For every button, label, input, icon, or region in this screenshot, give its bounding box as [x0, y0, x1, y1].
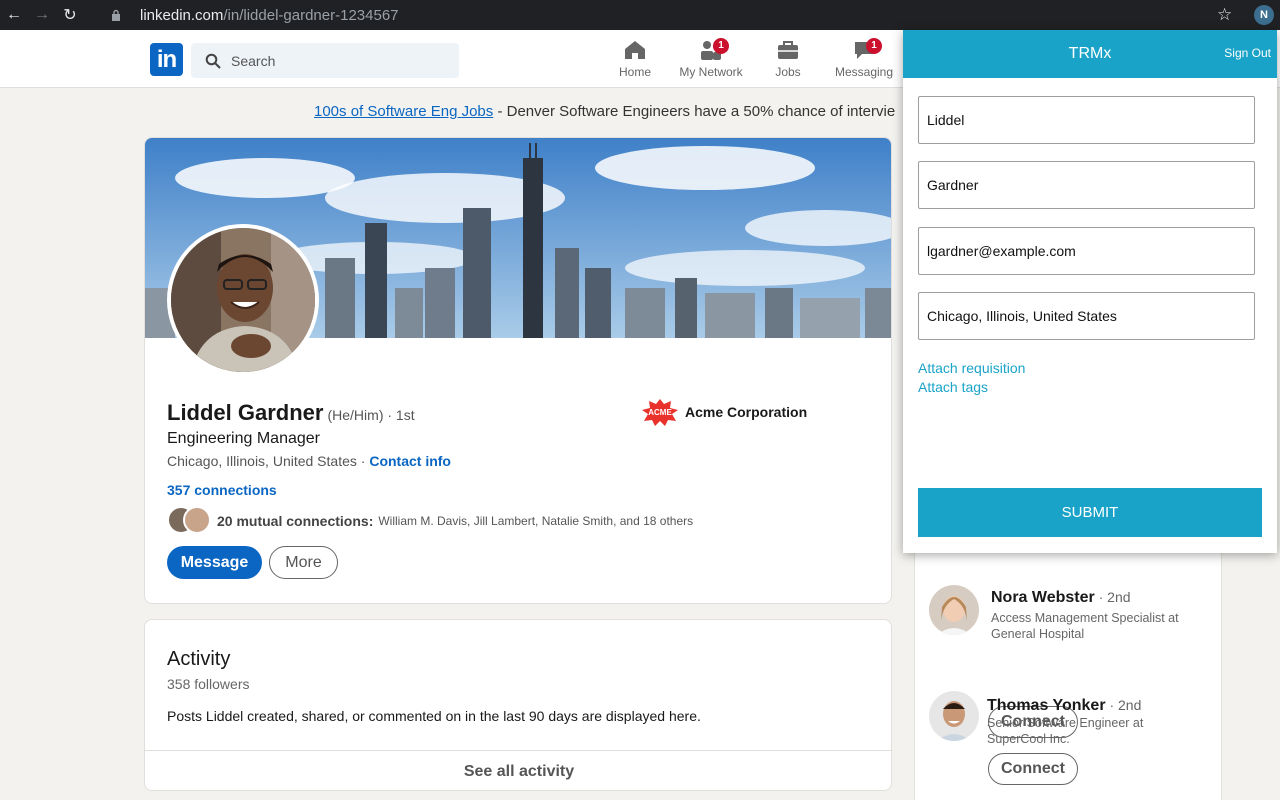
activity-card: Activity 358 followers Posts Liddel crea… [144, 619, 892, 791]
nav-network-label: My Network [679, 65, 743, 79]
activity-title: Activity [167, 648, 231, 670]
profile-name: Liddel Gardner (He/Him) · 1st [167, 400, 415, 426]
connect-button[interactable]: Connect [988, 753, 1078, 785]
extension-icon[interactable]: N [1254, 5, 1274, 25]
sign-out-link[interactable]: Sign Out [1224, 46, 1271, 60]
location-field[interactable] [918, 292, 1255, 340]
activity-description: Posts Liddel created, shared, or comment… [167, 708, 701, 724]
person-name-text: Nora Webster [991, 589, 1095, 606]
profile-pronouns: (He/Him) · 1st [327, 407, 415, 423]
promo-text: - Denver Software Engineers have a 50% c… [493, 103, 896, 120]
trmx-title: TRMx [1068, 45, 1112, 62]
profile-location-text: Chicago, Illinois, United States · [167, 453, 370, 469]
people-also-viewed: Nora Webster · 2nd Access Management Spe… [914, 520, 1222, 800]
promo-link[interactable]: 100s of Software Eng Jobs [314, 103, 493, 120]
followers-count: 358 followers [167, 676, 250, 692]
nav-home[interactable]: Home [595, 38, 675, 79]
last-name-field[interactable] [918, 161, 1255, 209]
search-input[interactable]: Search [191, 43, 459, 78]
nav-my-network[interactable]: 1 My Network [671, 38, 751, 79]
contact-info-link[interactable]: Contact info [369, 453, 451, 469]
profile-card: Liddel Gardner (He/Him) · 1st Engineering… [144, 137, 892, 604]
address-bar[interactable]: linkedin.com/in/liddel-gardner-1234567 [110, 3, 1230, 27]
person-degree: · 2nd [1094, 589, 1131, 605]
url-domain: linkedin.com [140, 6, 224, 24]
see-all-activity-button[interactable]: See all activity [145, 750, 891, 790]
person-name-text: Thomas Yonker [987, 697, 1106, 714]
nav-home-label: Home [618, 65, 651, 79]
profile-name-text: Liddel Gardner [167, 400, 324, 425]
trmx-extension-popup: TRMx Sign Out Attach requisition Attach … [903, 30, 1277, 553]
mutual-count: 20 mutual connections: [217, 513, 374, 529]
person-description: Access Management Specialist at General … [991, 611, 1179, 641]
company-name: Acme Corporation [685, 404, 808, 420]
person-name[interactable]: Thomas Yonker · 2nd [987, 697, 1141, 715]
nav-jobs[interactable]: Jobs [748, 38, 828, 79]
browser-toolbar: ← → ↻ linkedin.com/in/liddel-gardner-123… [0, 0, 1280, 30]
linkedin-logo[interactable]: in [150, 43, 183, 76]
search-icon [205, 53, 221, 69]
person-description: Senior Software Engineer at SuperCool In… [987, 716, 1144, 746]
nav-messaging[interactable]: 1 Messaging [824, 38, 904, 79]
avatar[interactable] [929, 585, 979, 635]
attach-tags-link[interactable]: Attach tags [918, 379, 988, 395]
attach-requisition-link[interactable]: Attach requisition [918, 360, 1025, 376]
acme-logo: ACME [642, 399, 678, 426]
first-name-field[interactable] [918, 96, 1255, 144]
network-badge: 1 [713, 38, 729, 54]
reload-icon[interactable]: ↻ [56, 0, 84, 30]
bookmark-star-icon[interactable]: ☆ [1217, 5, 1232, 25]
briefcase-icon [778, 41, 798, 59]
person-name[interactable]: Nora Webster · 2nd [991, 589, 1131, 607]
profile-location: Chicago, Illinois, United States · Conta… [167, 453, 451, 469]
nav-messaging-label: Messaging [834, 65, 894, 79]
mutual-connections[interactable]: 20 mutual connections: William M. Davis,… [167, 506, 693, 536]
mutual-avatar [183, 506, 211, 534]
nav-jobs-label: Jobs [775, 65, 801, 79]
current-company[interactable]: ACME Acme Corporation [641, 398, 807, 426]
connections-link[interactable]: 357 connections [167, 482, 277, 498]
profile-avatar[interactable] [167, 224, 319, 376]
lock-icon [112, 9, 120, 21]
more-button[interactable]: More [269, 546, 338, 579]
avatar[interactable] [929, 691, 979, 741]
profile-headline: Engineering Manager [167, 430, 320, 447]
home-icon [625, 41, 645, 59]
promo-banner[interactable]: 100s of Software Eng Jobs - Denver Softw… [314, 103, 895, 120]
person-degree: · 2nd [1105, 697, 1142, 713]
messaging-badge: 1 [866, 38, 882, 54]
email-field[interactable] [918, 227, 1255, 275]
submit-button[interactable]: SUBMIT [918, 488, 1262, 537]
message-button[interactable]: Message [167, 546, 262, 579]
acme-logo-text: ACME [648, 408, 672, 417]
mutual-names: William M. Davis, Jill Lambert, Natalie … [378, 514, 694, 528]
mutual-avatars [167, 506, 211, 536]
trmx-header: TRMx Sign Out [903, 30, 1277, 78]
search-placeholder: Search [231, 52, 276, 69]
back-icon[interactable]: ← [0, 0, 28, 30]
profile-photo [171, 228, 315, 372]
forward-icon[interactable]: → [28, 0, 56, 30]
url-path: /in/liddel-gardner-1234567 [223, 6, 399, 24]
